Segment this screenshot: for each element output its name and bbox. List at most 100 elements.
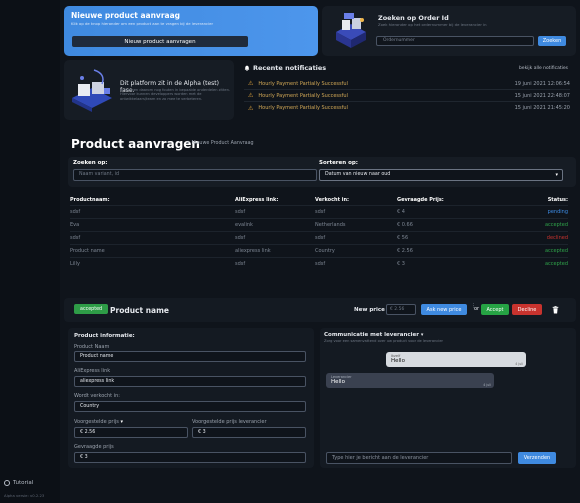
product-detail-header: accepted Product name New price € 2.56 A… — [64, 298, 576, 322]
send-message-button[interactable]: Verzenden — [518, 452, 556, 464]
cell-country: Netherlands — [315, 217, 397, 231]
new-request-title: Nieuwe product aanvraag — [71, 11, 181, 20]
cell-link: sdsf — [235, 256, 315, 270]
notification-item[interactable]: ⚠ Hourly Payment Partially Successful 19… — [244, 78, 570, 90]
new-request-subtitle: Klik op de knop hieronder om een product… — [71, 21, 214, 26]
caret-down-icon: ▾ — [420, 332, 424, 338]
cell-status: accepted — [487, 217, 568, 231]
notification-time: 19 juni 2021 12:06:54 — [514, 80, 570, 87]
communication-subtitle: Zorg voor een samenvattend over uw produ… — [324, 339, 444, 343]
cell-link: aliexpress link — [235, 243, 315, 257]
order-search-title: Zoeken op Order Id — [378, 14, 449, 22]
notifications-title: Recente notificaties — [253, 64, 327, 72]
cell-status: pending — [487, 204, 568, 218]
notification-item[interactable]: ⚠ Hourly Payment Partially Successful 15… — [244, 102, 570, 114]
cell-price: € 4 — [397, 204, 487, 218]
product-search-input[interactable]: Naam variant, id — [73, 169, 317, 181]
column-header: Productnaam: — [70, 196, 110, 203]
cell-country: sdsf — [315, 204, 397, 218]
caret-down-icon: ▾ — [120, 419, 123, 425]
chat-message-own: Ikzelf Hello 4 juli — [386, 352, 526, 367]
new-request-button[interactable]: Nieuw product aanvragen — [72, 36, 248, 47]
cell-product-name: Product name — [70, 243, 235, 257]
cell-link: sdsf — [235, 230, 315, 244]
supplier-communication-card: Communicatie met leverancier ▾ Zorg voor… — [320, 328, 576, 468]
cell-product-name: sdsf — [70, 204, 235, 218]
product-requests-table: Productnaam: AliExpress link: Verkocht i… — [70, 195, 568, 270]
cell-price: € 56 — [397, 230, 487, 244]
chat-message-supplier: Leverancier Hello 4 juli — [326, 373, 494, 388]
column-header: Verkocht in: — [315, 196, 350, 203]
message-text: Hello — [391, 358, 405, 364]
asked-price-label: Gevraagde prijs — [74, 444, 114, 450]
suggested-price-field[interactable]: € 2.56 — [74, 427, 188, 438]
message-text: Hello — [331, 379, 345, 385]
sort-label: Sorteren op: — [319, 160, 358, 166]
alpha-notice-card: Dit platform zit in de Alpha (test) fase… — [64, 60, 234, 120]
cell-link: sdsf — [235, 204, 315, 218]
help-icon — [4, 480, 10, 486]
tutorial-link[interactable]: Tutorial — [4, 480, 33, 486]
sort-select[interactable]: Datum van nieuw naar oud ▾ — [319, 169, 563, 181]
cell-country: sdsf — [315, 230, 397, 244]
product-information-title: Product informatie: — [74, 333, 135, 339]
notification-text: Hourly Payment Partially Successful — [258, 92, 348, 99]
warning-icon: ⚠ — [248, 104, 254, 112]
supplier-price-label: Voorgestelde prijs leverancier — [192, 419, 267, 425]
suggested-price-label: Voorgestelde prijs ▾ — [74, 419, 123, 425]
order-search-button[interactable]: Zoeken — [538, 36, 566, 46]
aliexpress-link-field[interactable]: aliexpress link — [74, 376, 306, 387]
table-row[interactable]: Product name aliexpress link Country € 2… — [70, 243, 568, 257]
supplier-price-field[interactable]: € 3 — [192, 427, 306, 438]
recent-notifications: Recente notificaties bekijk alle notific… — [238, 60, 576, 120]
chat-message-input[interactable]: Type hier je bericht aan de leverancier — [326, 452, 512, 464]
column-header: Gevraagde Prijs: — [397, 196, 444, 203]
cell-product-name: sdsf — [70, 230, 235, 244]
country-label: Wordt verkocht in: — [74, 393, 120, 399]
decline-button[interactable]: Decline — [512, 304, 542, 315]
notification-item[interactable]: ⚠ Hourly Payment Partially Successful 15… — [244, 90, 570, 102]
column-header: AliExpress link: — [235, 196, 279, 203]
communication-title-text: Communicatie met leverancier — [324, 332, 419, 338]
tutorial-label: Tutorial — [13, 480, 34, 486]
cell-price: € 2.56 — [397, 243, 487, 257]
cell-product-name: Eva — [70, 217, 235, 231]
table-row[interactable]: sdsf sdsf sdsf € 4 pending — [70, 204, 568, 218]
column-header: Status: — [547, 196, 568, 203]
table-row[interactable]: sdsf sdsf sdsf € 56 declined — [70, 230, 568, 244]
view-all-notifications-link[interactable]: bekijk alle notificaties — [519, 66, 568, 71]
cell-status: accepted — [487, 256, 568, 270]
cell-price: € 3 — [397, 256, 487, 270]
detail-product-name: Product name — [110, 306, 170, 315]
alpha-notice-subtitle: Er kunnen daarom nog fouten in bepaalde … — [120, 88, 231, 101]
test-lab-illustration-icon — [72, 69, 112, 112]
warehouse-illustration-icon — [336, 13, 366, 48]
version-label: Alpha versie: v0.2.23 — [4, 493, 45, 498]
ask-new-price-button[interactable]: Ask new price — [421, 304, 467, 315]
cell-link: evalink — [235, 217, 315, 231]
new-price-input[interactable]: € 2.56 — [386, 304, 416, 315]
cell-status: accepted — [487, 243, 568, 257]
new-request-card: Nieuwe product aanvraag Klik op de knop … — [64, 6, 318, 56]
filter-bar: Zoeken op: Naam variant, id Sorteren op:… — [68, 157, 576, 187]
accept-button[interactable]: Accept — [481, 304, 509, 315]
notification-time: 15 juni 2021 21:45:20 — [514, 105, 570, 111]
country-field[interactable]: Country — [74, 401, 306, 412]
trash-icon[interactable] — [550, 304, 560, 315]
status-badge: accepted — [74, 304, 109, 314]
warning-icon: ⚠ — [248, 80, 254, 87]
communication-title: Communicatie met leverancier ▾ — [324, 332, 423, 338]
order-number-input[interactable]: Ordernummer — [376, 36, 534, 46]
asked-price-field[interactable]: € 3 — [74, 452, 306, 463]
table-row[interactable]: Lilly sdsf sdsf € 3 accepted — [70, 256, 568, 270]
cell-product-name: Lilly — [70, 256, 235, 270]
message-time: 4 juli — [483, 383, 491, 387]
table-row[interactable]: Eva evalink Netherlands € 0.66 accepted — [70, 217, 568, 231]
product-name-field[interactable]: Product name — [74, 351, 306, 362]
new-product-request-link[interactable]: + Nieuwe Product Aanvraag — [186, 141, 254, 146]
or-label: or — [474, 306, 480, 312]
aliexpress-link-label: AliExpress link — [74, 368, 111, 374]
notification-text: Hourly Payment Partially Successful — [258, 80, 348, 87]
warning-icon: ⚠ — [248, 92, 254, 99]
cell-country: sdsf — [315, 256, 397, 270]
